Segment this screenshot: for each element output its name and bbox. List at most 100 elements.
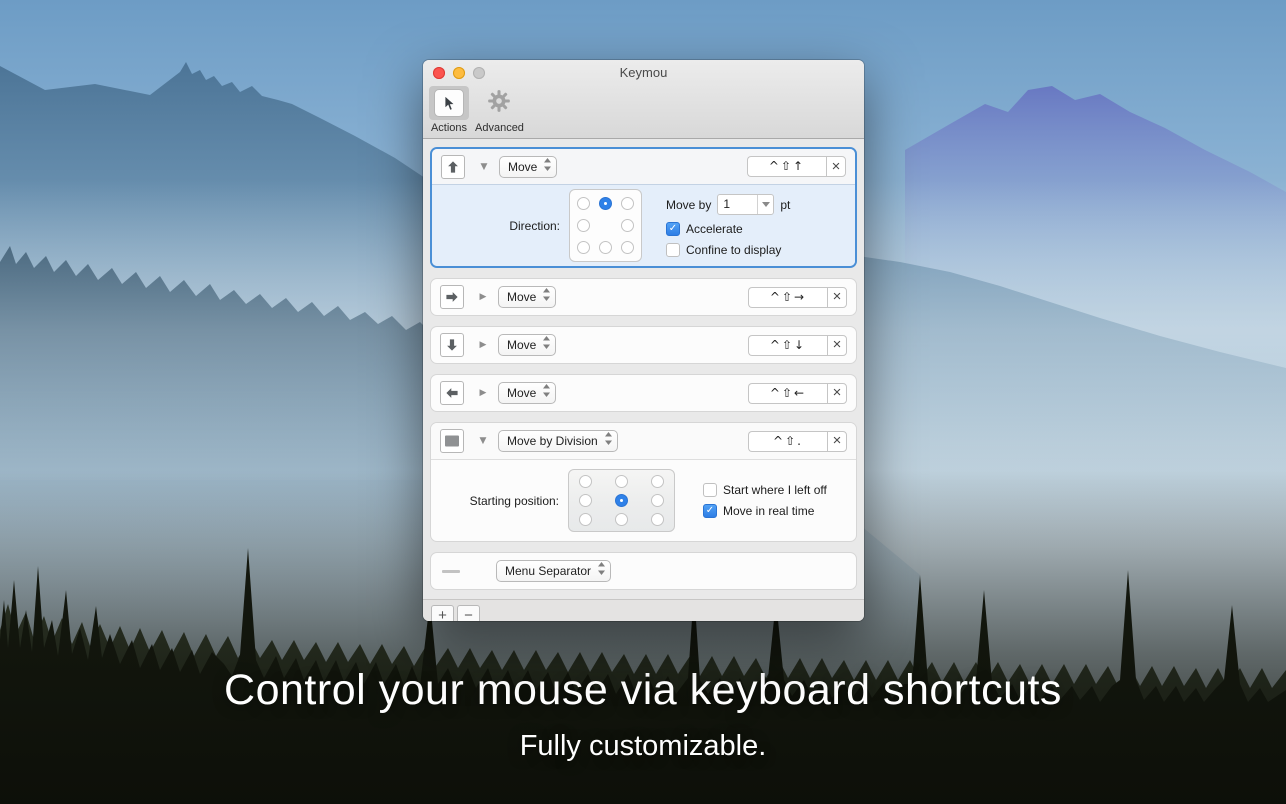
direction-label: Direction: — [509, 218, 560, 233]
clear-shortcut-button[interactable]: × — [827, 334, 847, 356]
popup-stepper-icon — [604, 432, 612, 450]
start-where-left-off-checkbox[interactable] — [703, 483, 717, 497]
row-header[interactable]: ▶ Move ^⇧↓ × — [431, 327, 856, 363]
position-radio[interactable] — [579, 494, 592, 507]
toolbar-item-actions[interactable]: Actions — [427, 86, 471, 134]
direction-radio[interactable] — [577, 241, 590, 254]
direction-grid — [569, 189, 642, 262]
arrow-down-icon — [440, 333, 464, 357]
accelerate-label: Accelerate — [686, 222, 743, 236]
remove-action-button[interactable]: − — [457, 605, 480, 621]
shortcut-field[interactable]: ^⇧. — [748, 430, 827, 452]
row-details: Direction: Move by 1 pt ✓ Accelerate Con… — [432, 185, 855, 266]
move-by-input[interactable]: 1 — [717, 194, 775, 215]
starting-position-grid — [568, 469, 675, 532]
position-radio-selected[interactable] — [615, 494, 628, 507]
hero-text: Control your mouse via keyboard shortcut… — [0, 666, 1286, 763]
action-type-select[interactable]: Move — [498, 382, 557, 404]
minimize-window-button[interactable] — [453, 67, 465, 79]
disclosure-open-icon[interactable]: ▼ — [478, 162, 490, 172]
separator-line-icon — [440, 569, 462, 573]
disclosure-closed-icon[interactable]: ▶ — [477, 292, 489, 302]
toolbar: Actions Advanced — [423, 85, 864, 138]
hero-subheadline: Fully customizable. — [519, 730, 767, 762]
arrow-left-icon — [440, 381, 464, 405]
window-chrome: Keymou Actions Advanced — [423, 60, 864, 139]
shortcut-field[interactable]: ^⇧↑ — [747, 156, 826, 177]
keymou-window: Keymou Actions Advanced ▼ Move ^⇧↑ × Dir… — [423, 60, 864, 621]
move-in-real-time-checkbox[interactable]: ✓ — [703, 504, 717, 518]
clear-shortcut-button[interactable]: × — [827, 382, 847, 404]
position-radio[interactable] — [651, 475, 664, 488]
gear-icon — [486, 88, 512, 119]
arrow-up-icon — [441, 154, 465, 179]
direction-radio[interactable] — [577, 219, 590, 232]
clear-shortcut-button[interactable]: × — [827, 430, 847, 452]
display-icon — [440, 429, 464, 453]
chevron-down-icon[interactable] — [757, 195, 773, 214]
row-details: Starting position: Start where I left of… — [431, 460, 856, 541]
popup-stepper-icon — [544, 157, 552, 176]
toolbar-label-advanced: Advanced — [475, 122, 524, 134]
position-radio[interactable] — [615, 513, 628, 526]
clear-shortcut-button[interactable]: × — [826, 156, 846, 177]
titlebar[interactable]: Keymou — [423, 60, 864, 85]
row-header[interactable]: ▼ Move ^⇧↑ × — [432, 149, 855, 185]
row-header[interactable]: Menu Separator — [431, 553, 856, 589]
accelerate-checkbox[interactable]: ✓ — [666, 222, 680, 236]
shortcut-field[interactable]: ^⇧↓ — [748, 334, 827, 356]
disclosure-closed-icon[interactable]: ▶ — [477, 340, 489, 350]
direction-radio[interactable] — [621, 197, 634, 210]
popup-stepper-icon — [543, 288, 551, 306]
action-type-select[interactable]: Move — [498, 286, 557, 308]
popup-stepper-icon — [598, 562, 606, 580]
popup-stepper-icon — [543, 384, 551, 402]
position-radio[interactable] — [579, 513, 592, 526]
toolbar-item-advanced[interactable]: Advanced — [475, 86, 524, 134]
shortcut-field[interactable]: ^⇧← — [748, 382, 827, 404]
position-radio[interactable] — [615, 475, 628, 488]
direction-radio[interactable] — [599, 241, 612, 254]
action-row-move-right[interactable]: ▶ Move ^⇧→ × — [430, 278, 857, 316]
action-type-select[interactable]: Move by Division — [498, 430, 618, 452]
direction-radio-selected[interactable] — [599, 197, 612, 210]
direction-grid-center — [599, 219, 612, 232]
cursor-arrow-icon — [434, 89, 464, 117]
action-row-move-up[interactable]: ▼ Move ^⇧↑ × Direction: Move by 1 pt ✓ A… — [430, 147, 857, 268]
row-header[interactable]: ▶ Move ^⇧← × — [431, 375, 856, 411]
starting-position-label: Starting position: — [469, 493, 559, 508]
traffic-lights — [433, 67, 485, 79]
clear-shortcut-button[interactable]: × — [827, 286, 847, 308]
toolbar-label-actions: Actions — [430, 122, 468, 134]
shortcut-field[interactable]: ^⇧→ — [748, 286, 827, 308]
position-radio[interactable] — [651, 513, 664, 526]
action-row-move-left[interactable]: ▶ Move ^⇧← × — [430, 374, 857, 412]
window-title: Keymou — [619, 65, 668, 80]
move-by-label: Move by — [666, 197, 712, 212]
action-type-select[interactable]: Move — [499, 155, 558, 178]
move-in-real-time-label: Move in real time — [723, 504, 815, 518]
direction-radio[interactable] — [577, 197, 590, 210]
arrow-right-icon — [440, 285, 464, 309]
action-type-select[interactable]: Move — [498, 334, 557, 356]
confine-label: Confine to display — [686, 243, 782, 257]
actions-list: ▼ Move ^⇧↑ × Direction: Move by 1 pt ✓ A… — [423, 139, 864, 599]
row-header[interactable]: ▶ Move ^⇧→ × — [431, 279, 856, 315]
row-header[interactable]: ▼ Move by Division ^⇧. × — [431, 423, 856, 460]
add-action-button[interactable]: + — [431, 605, 454, 621]
disclosure-open-icon[interactable]: ▼ — [477, 436, 489, 446]
footer-bar: + − — [423, 599, 864, 621]
action-type-select[interactable]: Menu Separator — [496, 560, 612, 582]
position-radio[interactable] — [579, 475, 592, 488]
action-row-move-by-division[interactable]: ▼ Move by Division ^⇧. × Starting positi… — [430, 422, 857, 542]
position-radio[interactable] — [651, 494, 664, 507]
direction-radio[interactable] — [621, 241, 634, 254]
close-window-button[interactable] — [433, 67, 445, 79]
action-row-move-down[interactable]: ▶ Move ^⇧↓ × — [430, 326, 857, 364]
start-where-left-off-label: Start where I left off — [723, 483, 827, 497]
action-row-menu-separator[interactable]: Menu Separator — [430, 552, 857, 590]
disclosure-closed-icon[interactable]: ▶ — [477, 388, 489, 398]
direction-radio[interactable] — [621, 219, 634, 232]
confine-to-display-checkbox[interactable] — [666, 243, 680, 257]
zoom-window-button — [473, 67, 485, 79]
